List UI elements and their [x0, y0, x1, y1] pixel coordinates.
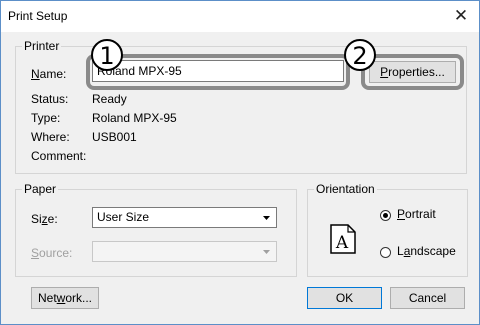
landscape-label[interactable]: Landscape	[397, 244, 456, 258]
where-label: Where:	[31, 130, 70, 144]
orientation-group-label: Orientation	[314, 182, 377, 196]
portrait-label[interactable]: Portrait	[397, 207, 436, 221]
portrait-page-icon: A	[330, 224, 356, 254]
paper-size-value: User Size	[97, 210, 150, 224]
print-setup-dialog: Print Setup ✕ Printer Name: Roland MPX-9…	[0, 0, 480, 325]
paper-group-label: Paper	[22, 182, 59, 196]
chevron-down-icon	[263, 216, 270, 220]
paper-source-select[interactable]	[92, 241, 277, 262]
portrait-radio[interactable]	[380, 210, 391, 221]
chevron-down-icon	[263, 250, 270, 254]
comment-label: Comment:	[31, 149, 87, 163]
printer-group-label: Printer	[22, 39, 62, 53]
paper-size-select[interactable]: User Size	[92, 207, 277, 228]
size-label: Size:	[31, 212, 58, 226]
callout-frame-printer-name	[86, 54, 350, 90]
cancel-button[interactable]: Cancel	[390, 287, 465, 309]
where-value: USB001	[92, 130, 137, 144]
callout-badge-2: 2	[344, 39, 376, 71]
callout-frame-properties	[361, 54, 464, 90]
network-button[interactable]: Network...	[31, 287, 99, 309]
status-label: Status:	[31, 92, 69, 106]
page-letter: A	[335, 233, 349, 253]
name-label: Name:	[31, 67, 67, 81]
paper-group: Paper	[15, 182, 297, 277]
window-title: Print Setup	[8, 9, 68, 23]
callout-badge-1: 1	[91, 39, 123, 71]
title-bar: Print Setup ✕	[1, 1, 479, 32]
ok-button[interactable]: OK	[307, 287, 382, 309]
landscape-radio[interactable]	[380, 247, 391, 258]
status-value: Ready	[92, 92, 127, 106]
type-label: Type:	[31, 111, 61, 125]
close-icon[interactable]: ✕	[451, 6, 471, 26]
source-label: Source:	[31, 246, 73, 260]
type-value: Roland MPX-95	[92, 111, 177, 125]
